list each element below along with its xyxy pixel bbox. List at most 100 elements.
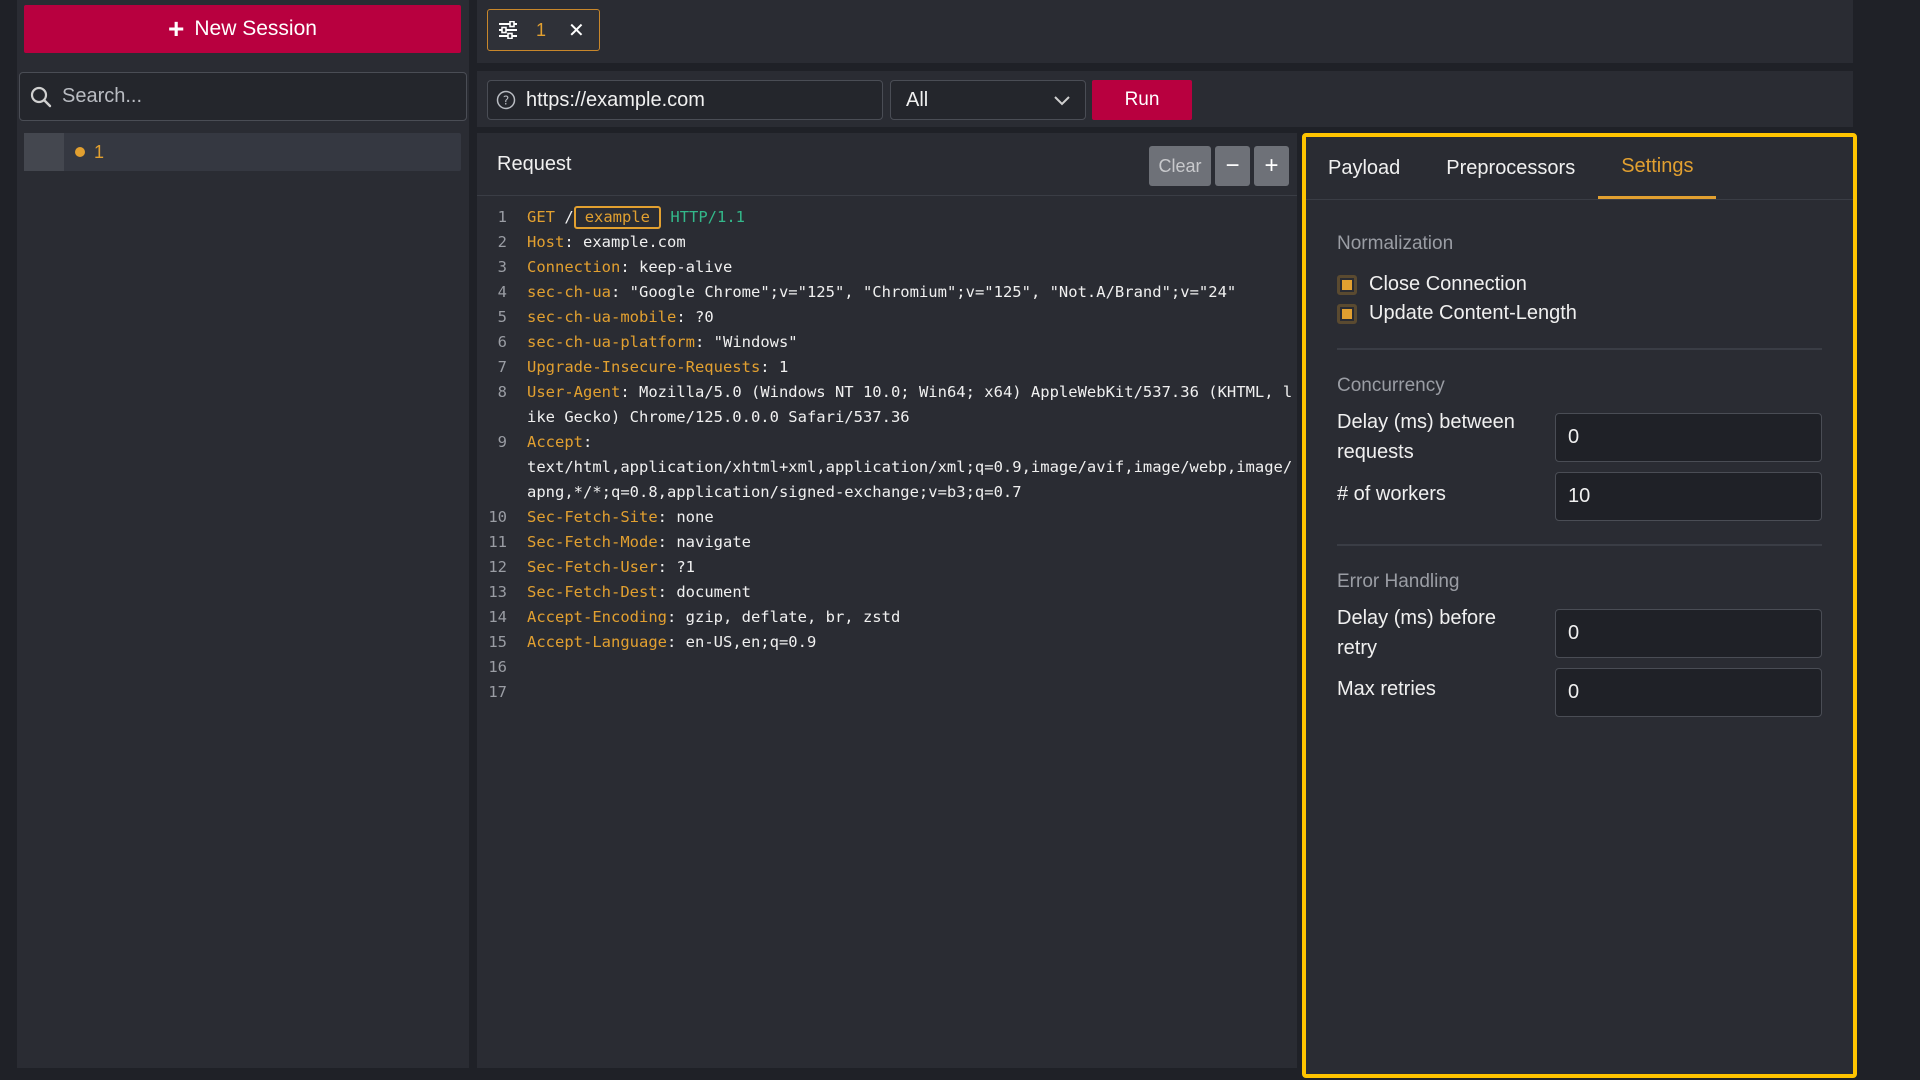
tab-payload[interactable]: Payload [1328, 137, 1423, 199]
header-line: sec-ch-ua-mobile: ?0 [527, 308, 714, 326]
header-key: Sec-Fetch-Site [527, 508, 658, 526]
request-line: GET / example HTTP/1.1 [527, 205, 745, 230]
request-header: Request Clear − + [477, 133, 1297, 196]
request-title: Request [497, 152, 572, 175]
header-key: User-Agent [527, 383, 621, 401]
retry-delay-input[interactable] [1555, 609, 1822, 658]
close-connection-row[interactable]: Close Connection [1337, 273, 1527, 296]
header-value: example.com [583, 233, 686, 251]
request-toolbar: Clear − + [1149, 146, 1289, 186]
header-value: gzip, deflate, br, zstd [685, 608, 901, 626]
zoom-in-button[interactable]: + [1254, 146, 1289, 186]
code-line: 12 Sec-Fetch-User: ?1 [477, 555, 1297, 580]
filter-select-value: All [906, 88, 929, 111]
code-line: 16 [477, 655, 1297, 680]
header-line: Sec-Fetch-User: ?1 [527, 558, 695, 576]
delay-between-input[interactable] [1555, 413, 1822, 462]
max-retries-input[interactable] [1555, 668, 1822, 717]
workers-label: # of workers [1337, 483, 1446, 505]
update-content-length-row[interactable]: Update Content-Length [1337, 302, 1577, 325]
update-content-length-label: Update Content-Length [1369, 302, 1577, 324]
header-key: Sec-Fetch-Dest [527, 583, 658, 601]
header-line: Host: example.com [527, 233, 686, 251]
line-number: 2 [497, 233, 507, 251]
header-line: Accept-Language: en-US,en;q=0.9 [527, 633, 817, 651]
line-number: 11 [488, 533, 507, 551]
code-line: 9 Accept: text/html,application/xhtml+xml… [477, 430, 1297, 505]
concurrency-title: Concurrency [1337, 375, 1445, 396]
chevron-down-icon [1054, 96, 1070, 106]
header-line: sec-ch-ua-platform: "Windows" [527, 333, 798, 351]
header-value: "Windows" [713, 333, 798, 351]
session-tab[interactable]: 1 ✕ [487, 9, 600, 51]
tab-settings[interactable]: Settings [1598, 137, 1717, 199]
header-key: sec-ch-ua-mobile [527, 308, 677, 326]
search-input[interactable] [60, 84, 440, 109]
line-number: 17 [488, 683, 507, 701]
header-line: Sec-Fetch-Mode: navigate [527, 533, 751, 551]
line-number: 1 [497, 208, 507, 226]
line-number: 8 [497, 383, 507, 401]
new-session-button[interactable]: + New Session [24, 5, 461, 53]
line-number: 12 [488, 558, 507, 576]
header-value: navigate [676, 533, 751, 551]
code-line: 1 GET / example HTTP/1.1 [477, 205, 1297, 230]
payload-marker[interactable]: example [573, 206, 662, 229]
line-number: 13 [488, 583, 507, 601]
top-bar: 1 ✕ [477, 0, 1853, 63]
header-value: text/html,application/xhtml+xml,applicat… [527, 458, 1293, 501]
section-divider [1337, 348, 1822, 350]
line-number: 6 [497, 333, 507, 351]
code-line: 11 Sec-Fetch-Mode: navigate [477, 530, 1297, 555]
max-retries-label: Max retries [1337, 678, 1436, 700]
zoom-out-button[interactable]: − [1215, 146, 1250, 186]
header-key: Sec-Fetch-Mode [527, 533, 658, 551]
delay-between-label: Delay (ms) between requests [1337, 411, 1515, 463]
line-number: 16 [488, 658, 507, 676]
line-number: 7 [497, 358, 507, 376]
clear-button[interactable]: Clear [1149, 146, 1211, 186]
status-dot-icon [75, 147, 85, 157]
svg-text:?: ? [503, 94, 509, 108]
filter-select[interactable]: All [890, 80, 1086, 120]
run-button[interactable]: Run [1092, 80, 1192, 120]
workers-input[interactable] [1555, 472, 1822, 521]
normalization-title: Normalization [1337, 233, 1454, 254]
request-editor[interactable]: 1 GET / example HTTP/1.1 2 Host: example.c… [477, 205, 1297, 705]
line-number: 5 [497, 308, 507, 326]
code-line: 6 sec-ch-ua-platform: "Windows" [477, 330, 1297, 355]
session-label: 1 [94, 141, 105, 162]
help-icon: ? [496, 90, 516, 110]
http-method: GET [527, 208, 555, 226]
header-key: Accept-Language [527, 633, 667, 651]
header-value: 1 [778, 358, 789, 376]
header-value: en-US,en;q=0.9 [685, 633, 817, 651]
header-key: sec-ch-ua [527, 283, 611, 301]
url-field: ? [487, 80, 883, 120]
header-line: User-Agent: Mozilla/5.0 (Windows NT 10.0… [527, 383, 1293, 426]
header-key: sec-ch-ua-platform [527, 333, 695, 351]
session-list-item[interactable]: 1 [24, 133, 461, 171]
header-value: keep-alive [639, 258, 733, 276]
line-number: 10 [488, 508, 507, 526]
http-version: HTTP/1.1 [670, 208, 746, 226]
code-line: 8 User-Agent: Mozilla/5.0 (Windows NT 10.… [477, 380, 1297, 430]
plus-icon: + [168, 13, 185, 44]
line-number: 14 [488, 608, 507, 626]
header-value: ?0 [694, 308, 714, 326]
line-number: 9 [497, 433, 507, 451]
request-panel: Request Clear − + 1 GET / example HTTP/1.… [477, 133, 1297, 1068]
url-input[interactable] [524, 87, 874, 113]
header-line: Upgrade-Insecure-Requests: 1 [527, 358, 789, 376]
header-line: Accept-Encoding: gzip, deflate, br, zstd [527, 608, 901, 626]
tab-preprocessors[interactable]: Preprocessors [1423, 137, 1598, 199]
close-icon[interactable]: ✕ [568, 18, 585, 43]
new-session-label: New Session [194, 17, 317, 40]
close-connection-checkbox[interactable] [1337, 274, 1357, 295]
code-line: 17 [477, 680, 1297, 705]
code-line: 14 Accept-Encoding: gzip, deflate, br, zs… [477, 605, 1297, 630]
search-box [19, 72, 467, 121]
header-key: Accept [527, 433, 583, 451]
update-content-length-checkbox[interactable] [1337, 303, 1357, 324]
retry-delay-label: Delay (ms) before retry [1337, 607, 1496, 659]
